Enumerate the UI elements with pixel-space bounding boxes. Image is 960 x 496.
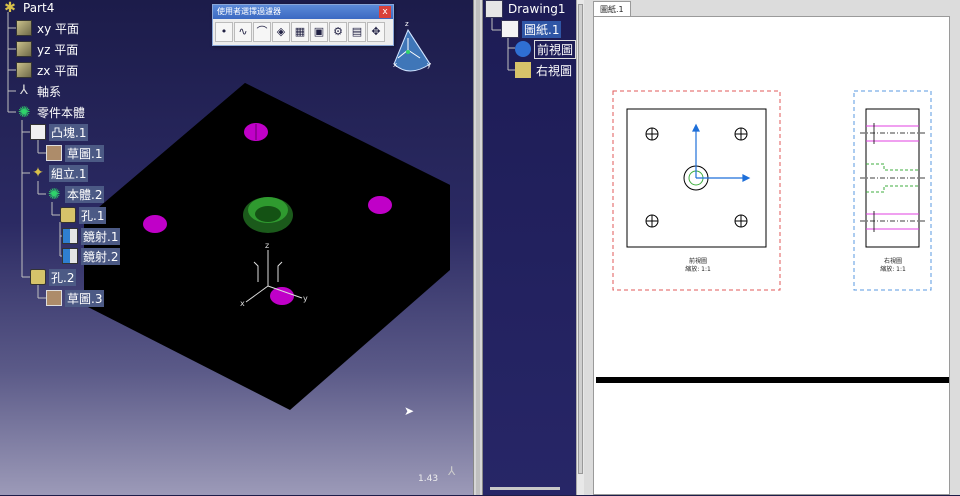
hole-icon [60, 207, 76, 223]
plane-icon [16, 41, 32, 57]
right-view-caption[interactable]: 右視圖 縮放: 1:1 [871, 258, 915, 274]
zoom-scale-readout: 1.43 [418, 474, 439, 484]
volume-filter-icon[interactable]: ◈ [272, 22, 290, 42]
tree-root-part4[interactable]: ✱ Part4 [2, 0, 56, 17]
drawing-tree-front-view[interactable]: 前視圖 [515, 39, 577, 59]
mouse-cursor-icon: ➤ [404, 404, 415, 418]
tree-item-sketch1[interactable]: 草圖.1 [46, 144, 105, 162]
part-body-icon: ✺ [17, 103, 31, 121]
surface-filter-icon[interactable]: ⌒ [253, 22, 271, 42]
tree-item-xy-plane[interactable]: xy 平面 [16, 19, 81, 37]
plane-icon [16, 20, 32, 36]
tree-item-hole1[interactable]: 孔.1 [60, 206, 107, 224]
plane-icon [16, 62, 32, 78]
part-3d-viewport[interactable]: z y x z x y ✱ Part4 xy 平面 yz 平面 zx 平面 ⅄ … [0, 0, 473, 495]
tree-item-body2[interactable]: ✺ 本體.2 [46, 185, 105, 203]
drawing-tree-root[interactable]: Drawing1 [485, 0, 568, 18]
tree-item-pad[interactable]: 凸塊.1 [30, 123, 89, 141]
compass-y-label: y [427, 61, 431, 69]
tree-item-assembly[interactable]: ✦ 組立.1 [30, 164, 89, 182]
right-view-icon [515, 62, 531, 78]
front-view-caption[interactable]: 前視圖 縮放: 1:1 [668, 258, 728, 274]
hole-left[interactable] [143, 215, 167, 233]
tree-item-part-body[interactable]: ✺ 零件本體 [16, 103, 87, 121]
pad-icon [30, 124, 46, 140]
sheet-icon [501, 20, 519, 38]
right-view-center-lines [860, 132, 925, 222]
feature-element-filter-icon[interactable]: ▦ [291, 22, 309, 42]
toolbar-close-button[interactable]: x [379, 6, 391, 18]
tree-item-mirror1[interactable]: 鏡射.1 [62, 227, 121, 245]
drawing-sheet-page[interactable]: 前視圖 縮放: 1:1 右視圖 縮放: 1:1 [593, 16, 950, 495]
drawing-tree-horizontal-scrollbar[interactable] [490, 487, 560, 490]
tree-item-mirror2[interactable]: 鏡射.2 [62, 247, 121, 265]
part-axis-x: x [240, 299, 245, 308]
compass-x-label: x [393, 61, 397, 69]
tree-item-axis-system[interactable]: ⅄ 軸系 [16, 82, 63, 100]
point-filter-icon[interactable]: • [215, 22, 233, 42]
mirror-icon [62, 228, 78, 244]
tree-item-zx-plane[interactable]: zx 平面 [16, 61, 80, 79]
toolbar-title-bar[interactable]: 使用者選擇過濾器 x [213, 5, 393, 19]
tree-item-yz-plane[interactable]: yz 平面 [16, 40, 80, 58]
hole-bottom[interactable] [270, 287, 294, 305]
sketch-icon [46, 290, 62, 306]
axis-system-icon: ⅄ [20, 83, 28, 98]
geometry-element-filter-icon[interactable]: ▣ [310, 22, 328, 42]
gear-icon: ✱ [4, 0, 16, 16]
sheet-canvas[interactable] [594, 17, 951, 496]
compass[interactable] [393, 28, 431, 72]
quick-select-icon[interactable]: ▤ [348, 22, 366, 42]
drawing-tree-panel[interactable]: Drawing1 圖紙.1 前視圖 右視圖 [483, 0, 584, 495]
mirror-icon [62, 248, 78, 264]
title-block-border [596, 377, 949, 383]
curve-filter-icon[interactable]: ∿ [234, 22, 252, 42]
hole-right[interactable] [368, 196, 392, 214]
user-selection-filter-toolbar[interactable]: 使用者選擇過濾器 x • ∿ ⌒ ◈ ▦ ▣ ⚙ ▤ ✥ [212, 4, 394, 46]
drawing-icon [485, 0, 503, 18]
body-icon: ✺ [47, 185, 61, 203]
work-support-icon[interactable]: ✥ [367, 22, 385, 42]
part-axis-y: y [303, 294, 308, 303]
sketch-icon [46, 145, 62, 161]
tab-sheet1[interactable]: 圖紙.1 [593, 1, 631, 17]
compass-z-label: z [405, 20, 409, 28]
assemble-icon: ✦ [32, 165, 44, 181]
drawing-tree-sheet[interactable]: 圖紙.1 [501, 20, 562, 38]
tree-item-sketch3[interactable]: 草圖.3 [46, 289, 105, 307]
hole-icon [30, 269, 46, 285]
drawing-tree-right-view[interactable]: 右視圖 [515, 61, 574, 79]
tool-filter-icon[interactable]: ⚙ [329, 22, 347, 42]
small-compass-icon: ⅄ [448, 464, 456, 478]
part-axis-z: z [265, 241, 269, 250]
window-splitter[interactable] [473, 0, 483, 495]
drawing-tree-vertical-scrollbar[interactable] [576, 0, 584, 495]
front-view-icon [515, 41, 531, 57]
tree-item-hole2[interactable]: 孔.2 [30, 268, 77, 286]
